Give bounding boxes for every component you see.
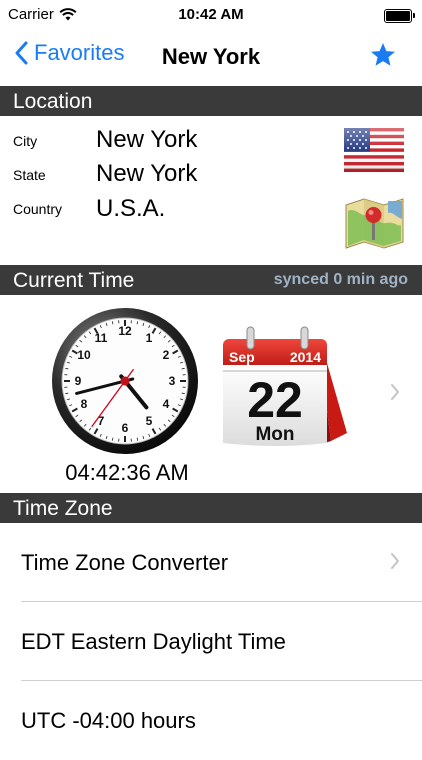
page-title: New York: [0, 44, 422, 70]
time-zone-header: Time Zone: [0, 493, 422, 523]
time-zone-converter-label: Time Zone Converter: [21, 550, 228, 576]
status-time: 10:42 AM: [0, 6, 422, 23]
country-value: U.S.A.: [96, 195, 165, 223]
current-time-header: Current Time synced 0 min ago: [0, 265, 422, 295]
clock-numeral: 12: [118, 324, 132, 338]
clock-numeral: 9: [75, 374, 82, 388]
country-label: Country: [13, 201, 62, 217]
time-zone-header-label: Time Zone: [13, 497, 113, 520]
time-zone-name: EDT Eastern Daylight Time: [21, 629, 286, 655]
location-header-label: Location: [13, 90, 92, 113]
calendar-year: 2014: [290, 349, 321, 365]
analog-clock: 12 1 2 3 4 5 6 7 8 9 10 11: [51, 307, 199, 455]
us-flag-icon: [344, 128, 404, 172]
clock-numeral: 4: [163, 397, 170, 411]
city-value: New York: [96, 126, 197, 154]
digital-time: 04:42:36 AM: [52, 460, 202, 486]
clock-numeral: 2: [163, 348, 170, 362]
clock-numeral: 10: [77, 348, 91, 362]
sync-status: synced 0 min ago: [274, 265, 408, 295]
calendar-month: Sep: [229, 349, 255, 365]
clock-numeral: 8: [81, 397, 88, 411]
location-header: Location: [0, 86, 422, 116]
battery-icon: [384, 9, 412, 23]
utc-offset-row: UTC -04:00 hours: [0, 681, 422, 760]
clock-numeral: 1: [146, 331, 153, 345]
time-zone-name-row: EDT Eastern Daylight Time: [0, 602, 422, 681]
state-value: New York: [96, 160, 197, 188]
clock-numeral: 3: [169, 374, 176, 388]
clock-numeral: 11: [95, 331, 108, 345]
favorite-star-button[interactable]: [370, 42, 396, 72]
map-pin-icon[interactable]: [344, 197, 405, 250]
nav-bar: Favorites New York: [0, 32, 422, 84]
chevron-right-icon: [390, 383, 400, 401]
chevron-right-icon: [390, 552, 400, 570]
time-zone-converter-row[interactable]: Time Zone Converter: [0, 523, 422, 602]
utc-offset: UTC -04:00 hours: [21, 708, 196, 734]
status-bar: Carrier 10:42 AM: [0, 0, 422, 32]
current-time-header-label: Current Time: [13, 269, 134, 292]
calendar-weekday: Mon: [255, 424, 294, 445]
city-label: City: [13, 133, 37, 149]
calendar-day: 22: [247, 372, 303, 428]
clock-numeral: 5: [146, 414, 153, 428]
calendar-icon: Sep 2014 22 Mon: [221, 325, 349, 449]
state-label: State: [13, 167, 46, 183]
clock-numeral: 6: [122, 421, 129, 435]
star-icon: [370, 42, 396, 67]
